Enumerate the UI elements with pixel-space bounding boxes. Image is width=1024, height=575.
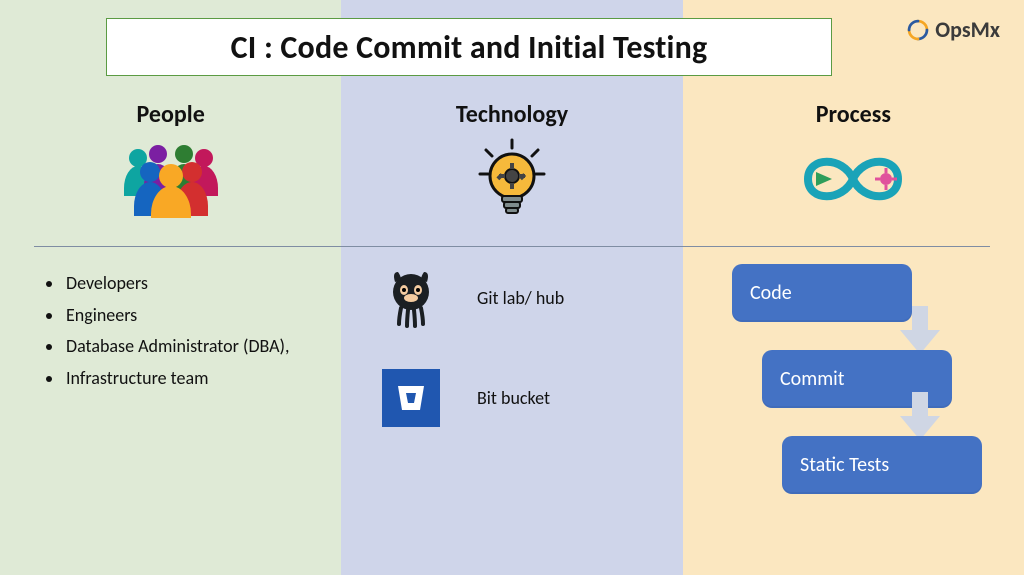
opsmx-logo-icon <box>907 19 929 41</box>
down-arrow-icon <box>898 392 942 442</box>
col-head-people: People <box>0 100 341 221</box>
people-list: Developers Engineers Database Administra… <box>42 268 342 394</box>
heading-people: People <box>137 100 205 129</box>
process-step-label: Code <box>750 281 792 305</box>
list-item: Engineers <box>64 300 342 332</box>
process-flow: Code Commit Static Tests <box>732 264 990 494</box>
tech-item-bitbucket: Bit bucket <box>341 368 682 428</box>
lightbulb-gear-icon <box>476 137 548 221</box>
col-head-technology: Technology <box>341 100 682 221</box>
heading-technology: Technology <box>456 100 568 129</box>
list-item: Developers <box>64 268 342 300</box>
list-item: Database Administrator (DBA), <box>64 331 342 363</box>
arrow-gap <box>732 408 990 436</box>
col-head-process: Process <box>683 100 1024 221</box>
brand-name: OpsMx <box>935 16 1000 43</box>
process-step: Code <box>732 264 912 322</box>
list-item: Infrastructure team <box>64 363 342 395</box>
process-step-label: Commit <box>780 367 844 391</box>
people-group-icon <box>116 137 226 221</box>
tech-label: Bit bucket <box>477 387 550 409</box>
devops-infinity-icon <box>788 137 918 221</box>
bitbucket-icon <box>381 368 441 428</box>
horizontal-divider <box>34 246 990 247</box>
slide-title: CI : Code Commit and Initial Testing <box>231 28 708 67</box>
slide-title-box: CI : Code Commit and Initial Testing <box>106 18 832 76</box>
tech-label: Git lab/ hub <box>477 287 564 309</box>
process-step: Static Tests <box>782 436 982 494</box>
github-octocat-icon <box>381 268 441 328</box>
technology-list: Git lab/ hub Bit bucket <box>341 268 682 428</box>
process-step-label: Static Tests <box>800 453 889 477</box>
column-headings-row: People <box>0 100 1024 221</box>
slide: CI : Code Commit and Initial Testing Ops… <box>0 0 1024 575</box>
heading-process: Process <box>816 100 891 129</box>
tech-item-github: Git lab/ hub <box>341 268 682 328</box>
down-arrow-icon <box>898 306 942 356</box>
brand-logo: OpsMx <box>907 16 1000 43</box>
arrow-gap <box>732 322 990 350</box>
